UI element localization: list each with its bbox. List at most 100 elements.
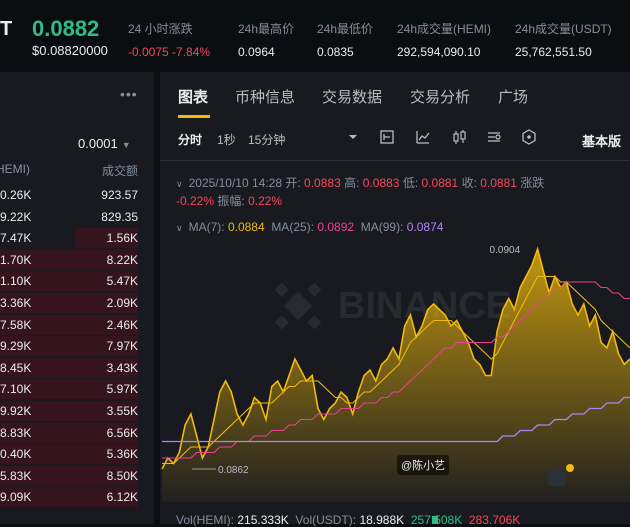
row-total: 8.22K [106, 252, 138, 267]
last-price: 0.0882 [32, 16, 100, 41]
row-amount: 9.22K [0, 209, 32, 224]
stat-value: 0.0835 [317, 45, 354, 59]
basic-view-button[interactable]: 基本版 [582, 131, 621, 150]
event-marker-icon [548, 470, 566, 486]
stat-24h-volume-hemi: 24h成交量(HEMI) 292,594,090.10 [397, 20, 491, 59]
row-total: 2.09K [106, 295, 138, 310]
tab-square[interactable]: 广场 [498, 86, 528, 107]
col-total-header: 成交额 [101, 164, 138, 178]
row-total: 6.12K [106, 490, 138, 505]
row-amount: 0.26K [0, 188, 32, 202]
row-total: 923.57 [101, 188, 138, 202]
symbol-name[interactable]: T [0, 18, 12, 41]
dropdown-icon[interactable] [344, 128, 362, 146]
interval-1s-button[interactable]: 1秒 [217, 131, 236, 148]
row-total: 2.46K [106, 317, 138, 332]
open-label: 开: [285, 176, 301, 190]
stat-value: -0.0075 -7.84% [128, 45, 211, 59]
interval-time-button[interactable]: 分时 [178, 131, 202, 148]
ma25-label: MA(25): [271, 220, 314, 234]
order-book-row[interactable]: 0.40K 5.36K [0, 443, 154, 465]
indicator-icon[interactable] [378, 128, 396, 146]
row-amount: 7.47K [0, 231, 32, 246]
row-total: 7.97K [106, 339, 138, 354]
volume-readout: Vol(HEMI): 215.333K Vol(USDT): 18.988K 2… [176, 513, 520, 527]
chart-toolbar: 分时 1秒 15分钟 基本版 [160, 128, 630, 150]
stat-value: 0.0964 [238, 45, 275, 59]
settings-list-icon[interactable] [485, 128, 503, 146]
row-total: 8.50K [106, 468, 138, 483]
row-total: 1.56K [106, 231, 138, 246]
row-amount: 9.29K [0, 339, 32, 354]
row-amount: 7.10K [0, 382, 32, 397]
order-book-row[interactable]: 9.22K 829.35 [0, 206, 154, 228]
tab-trading-analysis[interactable]: 交易分析 [410, 86, 470, 107]
order-book-row[interactable]: 7.10K 5.97K [0, 378, 154, 400]
vol-usdt-value: 18.988K [359, 513, 405, 527]
order-book-row[interactable]: 8.83K 6.56K [0, 422, 154, 444]
toolbar-divider [160, 160, 630, 161]
row-amount: 5.83K [0, 468, 32, 483]
order-book-row[interactable]: 3.36K 2.09K [0, 292, 154, 314]
order-book-row[interactable]: 9.92K 3.55K [0, 400, 154, 422]
tab-trading-data[interactable]: 交易数据 [322, 86, 382, 107]
row-amount: 1.70K [0, 252, 32, 267]
stat-label: 24 小时涨跌 [128, 22, 193, 36]
ma99-label: MA(99): [360, 220, 404, 234]
more-menu-icon[interactable]: ••• [120, 86, 138, 102]
interval-15m-button[interactable]: 15分钟 [248, 131, 285, 148]
vol-ma-b-value: 283.706K [468, 513, 521, 527]
stat-label: 24h最低价 [317, 22, 374, 36]
close-value: 0.0881 [480, 176, 517, 190]
order-book-row[interactable]: 9.09K 6.12K [0, 486, 154, 508]
high-value: 0.0883 [362, 176, 400, 190]
row-total: 3.55K [106, 403, 138, 418]
event-marker-dot [566, 464, 574, 472]
active-tab-indicator [178, 115, 210, 118]
candlestick-icon[interactable] [450, 128, 468, 146]
order-book-row[interactable]: 7.58K 2.46K [0, 314, 154, 336]
chart-panel: 图表 币种信息 交易数据 交易分析 广场 分时 1秒 15分钟 基本版 BINA… [160, 72, 630, 527]
min-price-label: 0.0862 [218, 465, 249, 476]
order-book-row[interactable]: 1.70K 8.22K [0, 249, 154, 271]
vol-usdt-label: Vol(USDT): [295, 513, 357, 527]
chart-tabs: 图表 币种信息 交易数据 交易分析 广场 [160, 84, 630, 118]
order-book-row[interactable]: 7.47K 1.56K [0, 227, 154, 249]
stat-label: 24h最高价 [238, 22, 295, 36]
row-amount: 3.36K [0, 295, 32, 310]
stat-24h-low: 24h最低价 0.0835 [317, 20, 373, 59]
hexagon-icon[interactable] [520, 128, 538, 146]
collapse-caret-icon[interactable]: ∨ [176, 223, 183, 233]
change-value: -0.22% [176, 194, 215, 208]
order-book-row[interactable]: 8.45K 3.43K [0, 357, 154, 379]
tab-coin-info[interactable]: 币种信息 [235, 86, 295, 107]
collapse-caret-icon[interactable]: ∨ [176, 179, 183, 189]
close-label: 收: [461, 176, 477, 190]
row-amount: 8.83K [0, 425, 32, 440]
ma7-label: MA(7): [188, 220, 225, 234]
chevron-down-icon: ▼ [121, 140, 131, 150]
high-label: 高: [344, 176, 360, 190]
order-book-row[interactable]: 5.83K 8.50K [0, 465, 154, 487]
order-book-row[interactable]: 9.29K 7.97K [0, 335, 154, 357]
ma99-value: 0.0874 [406, 220, 444, 234]
row-total: 5.97K [106, 382, 138, 397]
tab-chart[interactable]: 图表 [178, 86, 208, 107]
row-amount: 0.40K [0, 447, 32, 462]
max-price-label: 0.0904 [490, 245, 521, 256]
ohlc-readout: ∨ 2025/10/10 14:28 开: 0.0883 高: 0.0883 低:… [176, 174, 544, 191]
order-book-row[interactable]: 0.26K 923.57 [0, 184, 154, 206]
order-book-row[interactable]: 1.10K 5.47K [0, 270, 154, 292]
line-chart-icon[interactable] [414, 128, 432, 146]
precision-value: 0.0001 [78, 136, 118, 151]
row-amount: 7.58K [0, 317, 32, 332]
stat-label: 24h成交量(USDT) [515, 22, 612, 36]
ma-readout: ∨ MA(7): 0.0884 MA(25): 0.0892 MA(99): 0.… [176, 220, 443, 234]
precision-select[interactable]: 0.0001 ▼ [78, 136, 131, 151]
row-amount: 9.92K [0, 403, 32, 418]
stat-24h-volume-usdt: 24h成交量(USDT) 25,762,551.50 [515, 20, 612, 59]
amplitude-value: 0.22% [248, 194, 283, 208]
user-watermark: @陈小艺 [397, 455, 450, 475]
row-total: 5.47K [106, 274, 138, 289]
ohlc-readout-line2: -0.22% 振幅: 0.22% [176, 192, 282, 209]
